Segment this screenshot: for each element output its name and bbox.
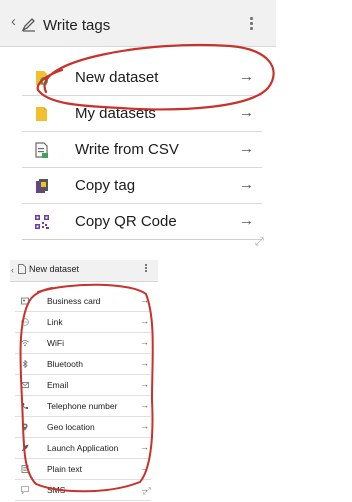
arrow-right-icon: → — [239, 104, 254, 121]
list-item-label: Launch Application — [47, 443, 119, 453]
new-dataset-icon — [36, 71, 48, 85]
resize-icon[interactable]: ⤢ — [143, 486, 151, 497]
globe-icon — [21, 318, 29, 326]
list-item-label: My datasets — [75, 105, 156, 122]
location-pin-icon — [22, 423, 28, 431]
list-item-copy-qr-code[interactable]: Copy QR Code → — [22, 204, 262, 240]
page-title: Write tags — [43, 17, 111, 34]
arrow-right-icon: → — [140, 316, 149, 326]
list-item-label: Copy tag — [75, 177, 136, 194]
business-card-icon — [21, 297, 29, 305]
list-item-email[interactable]: Email → — [15, 376, 151, 396]
list-item-label: Write from CSV — [75, 141, 179, 158]
list-item-geo-location[interactable]: Geo location → — [15, 418, 151, 438]
text-document-icon — [21, 465, 29, 473]
list-item-new-dataset[interactable]: New dataset → — [22, 60, 262, 96]
list-item-label: Plain text — [47, 464, 82, 474]
arrow-right-icon: → — [140, 295, 149, 305]
sms-bubble-icon — [21, 486, 29, 494]
list-item-label: Link — [47, 317, 63, 327]
list-item-plain-text[interactable]: Plain text → — [15, 460, 151, 480]
list-item-label: SMS — [47, 485, 66, 495]
top-action-bar — [0, 0, 276, 47]
list-item-label: Bluetooth — [47, 359, 83, 369]
list-item-label: Email — [47, 380, 69, 390]
rocket-icon — [21, 444, 29, 452]
arrow-right-icon: → — [140, 379, 149, 389]
document-icon — [18, 264, 26, 274]
pencil-icon — [21, 18, 35, 32]
arrow-right-icon: → — [239, 140, 254, 157]
arrow-right-icon: → — [140, 337, 149, 347]
phone-icon — [22, 403, 28, 409]
list-item-label: Copy QR Code — [75, 213, 177, 230]
email-icon — [21, 382, 29, 388]
list-item-my-datasets[interactable]: My datasets → — [22, 96, 262, 132]
qr-code-icon — [35, 215, 49, 229]
write-tags-list: New dataset → My datasets → Write from C… — [22, 60, 262, 240]
arrow-right-icon: → — [239, 68, 254, 85]
new-dataset-list: Business card → Link → WiFi → Bluetooth … — [15, 292, 151, 502]
arrow-right-icon: → — [140, 358, 149, 368]
list-item-bluetooth[interactable]: Bluetooth → — [15, 355, 151, 375]
list-item-link[interactable]: Link → — [15, 313, 151, 333]
list-item-label: Telephone number — [47, 401, 118, 411]
list-item-write-from-csv[interactable]: Write from CSV → — [22, 132, 262, 168]
list-item-label: Business card — [47, 296, 101, 306]
list-item-sms[interactable]: SMS → — [15, 481, 151, 501]
arrow-right-icon: → — [140, 421, 149, 431]
resize-icon[interactable]: ⤢ — [255, 236, 264, 249]
list-item-label: WiFi — [47, 338, 64, 348]
list-item-label: Geo location — [47, 422, 95, 432]
list-item-launch-application[interactable]: Launch Application → — [15, 439, 151, 459]
overflow-menu-icon[interactable] — [250, 17, 254, 33]
csv-file-icon — [35, 142, 48, 158]
arrow-right-icon: → — [239, 212, 254, 229]
list-item-copy-tag[interactable]: Copy tag → — [22, 168, 262, 204]
arrow-right-icon: → — [239, 176, 254, 193]
back-chevron-icon[interactable]: ‹ — [11, 14, 16, 30]
document-icon — [36, 107, 47, 121]
list-item-wifi[interactable]: WiFi → — [15, 334, 151, 354]
arrow-right-icon: → — [140, 400, 149, 410]
page-title: New dataset — [29, 264, 80, 274]
list-item-business-card[interactable]: Business card → — [15, 292, 151, 312]
arrow-right-icon: → — [140, 463, 149, 473]
list-item-label: New dataset — [75, 69, 159, 86]
copy-tag-icon — [36, 179, 48, 193]
back-chevron-icon[interactable]: ‹ — [11, 265, 14, 275]
overflow-menu-icon[interactable] — [145, 264, 147, 274]
arrow-right-icon: → — [140, 442, 149, 452]
list-item-telephone-number[interactable]: Telephone number → — [15, 397, 151, 417]
bluetooth-icon — [22, 360, 28, 368]
wifi-icon — [21, 340, 29, 347]
